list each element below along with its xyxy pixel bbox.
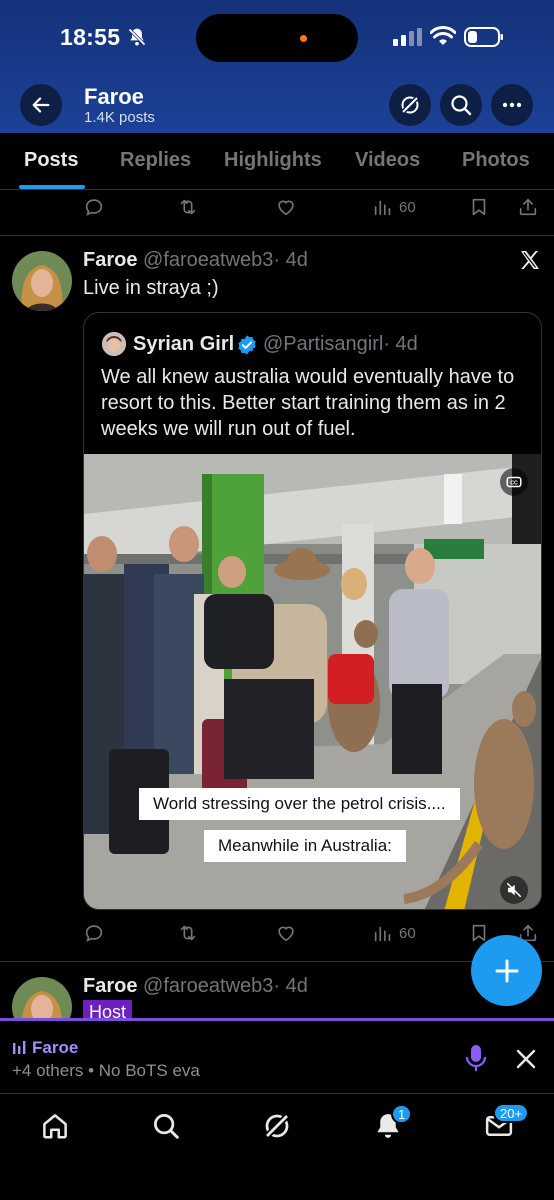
x-logo-icon: [521, 251, 539, 269]
video-caption-2: Meanwhile in Australia:: [204, 830, 406, 862]
notifications-badge: 1: [391, 1104, 413, 1124]
post-text: Live in straya ;): [83, 277, 219, 299]
mic-icon[interactable]: [464, 1044, 488, 1072]
bell-off-icon: [128, 28, 146, 46]
post-count: 1.4K posts: [84, 109, 155, 126]
like-icon: [278, 926, 294, 942]
home-icon[interactable]: [40, 1111, 70, 1141]
close-icon[interactable]: [514, 1047, 538, 1071]
share-button[interactable]: [517, 195, 539, 219]
tab-replies[interactable]: Replies: [120, 149, 191, 172]
views-icon: [374, 200, 391, 216]
compose-button[interactable]: [471, 935, 542, 1006]
tab-highlights[interactable]: Highlights: [224, 149, 322, 172]
search-icon[interactable]: [151, 1111, 181, 1141]
audio-bars-icon: [13, 1041, 26, 1054]
repost-icon: [180, 925, 196, 941]
quote-avatar: [102, 332, 126, 356]
prev-post-actions: 60: [0, 195, 554, 225]
space-title: Faroe: [12, 1038, 78, 1058]
dynamic-island: [196, 14, 358, 62]
wifi-icon: [430, 26, 456, 45]
avatar[interactable]: [12, 251, 72, 311]
mute-icon: [506, 882, 522, 898]
tab-posts[interactable]: Posts: [24, 149, 78, 172]
plus-icon: [495, 959, 518, 982]
author-name: Faroe: [83, 249, 138, 271]
verified-icon: [238, 335, 256, 355]
reply-button[interactable]: [83, 195, 105, 219]
mute-button[interactable]: [500, 876, 528, 904]
post-age: · 4d: [273, 249, 308, 271]
video-player[interactable]: World stressing over the petrol crisis..…: [84, 454, 541, 909]
more-button[interactable]: [491, 84, 533, 126]
share-icon: [519, 198, 537, 216]
quote-text: We all knew australia would eventually h…: [101, 366, 515, 440]
profile-header: 18:55 Faroe 1.4K posts: [0, 0, 554, 133]
signal-icon: [393, 28, 422, 46]
messages-badge: 20+: [493, 1103, 530, 1123]
repost-button[interactable]: [177, 195, 199, 219]
search-icon: [451, 95, 472, 116]
profile-tabs: Posts Replies Highlights Videos Photos: [0, 133, 554, 190]
active-tab-indicator: [19, 185, 85, 189]
quote-handle: @Partisangirl: [263, 333, 384, 355]
reply-icon: [85, 199, 103, 216]
bookmark-button[interactable]: [468, 195, 490, 219]
battery-icon: [464, 27, 503, 47]
quote-author-handle: @Partisangirl· 4d: [263, 333, 418, 356]
views-icon: [374, 926, 391, 942]
more-icon: [502, 102, 522, 108]
bookmark-icon: [472, 198, 486, 216]
tab-videos[interactable]: Videos: [355, 149, 420, 172]
post-age: · 4d: [273, 975, 308, 997]
post-actions: 60: [0, 921, 554, 951]
status-time: 18:55: [60, 24, 121, 50]
views-count[interactable]: 60: [372, 195, 416, 219]
space-subtitle: +4 others • No BoTS eva: [12, 1061, 200, 1080]
repost-button[interactable]: [177, 921, 199, 945]
author-handle: @faroeatweb3: [143, 975, 274, 997]
like-icon: [278, 200, 294, 216]
author-handle: @faroeatweb3: [143, 249, 274, 271]
quote-author-name: Syrian Girl: [133, 333, 235, 355]
quote-age: · 4d: [383, 333, 418, 355]
recording-dot: [300, 35, 307, 42]
reply-icon: [85, 925, 103, 942]
grok-button[interactable]: [389, 84, 431, 126]
repost-icon: [180, 199, 196, 215]
search-button[interactable]: [440, 84, 482, 126]
space-host-name: Faroe: [32, 1038, 79, 1057]
captions-button[interactable]: CC: [500, 468, 528, 496]
profile-name: Faroe: [84, 84, 144, 109]
like-button[interactable]: [275, 195, 297, 219]
status-bar: 18:55: [0, 0, 554, 76]
spaces-bar[interactable]: Faroe +4 others • No BoTS eva: [0, 1018, 554, 1093]
back-arrow-icon: [32, 97, 50, 113]
bottom-nav: 1 20+: [0, 1093, 554, 1200]
views-value: 60: [399, 198, 416, 216]
video-caption-1: World stressing over the petrol crisis..…: [139, 788, 460, 820]
next-post-author[interactable]: Faroe @faroeatweb3· 4d: [83, 975, 308, 998]
grok-icon: [400, 95, 420, 115]
grok-icon[interactable]: [262, 1111, 292, 1141]
reply-button[interactable]: [83, 921, 105, 945]
back-button[interactable]: [20, 84, 62, 126]
like-button[interactable]: [275, 921, 297, 945]
views-value: 60: [399, 924, 416, 942]
tab-photos[interactable]: Photos: [462, 149, 530, 172]
svg-text:CC: CC: [510, 481, 518, 487]
author-name: Faroe: [83, 975, 138, 997]
views-count[interactable]: 60: [372, 921, 416, 945]
post-author[interactable]: Faroe @faroeatweb3· 4d: [83, 249, 308, 272]
post-divider: [0, 235, 554, 236]
quoted-post[interactable]: Syrian Girl @Partisangirl· 4d We all kne…: [83, 312, 542, 910]
captions-icon: CC: [506, 476, 522, 488]
